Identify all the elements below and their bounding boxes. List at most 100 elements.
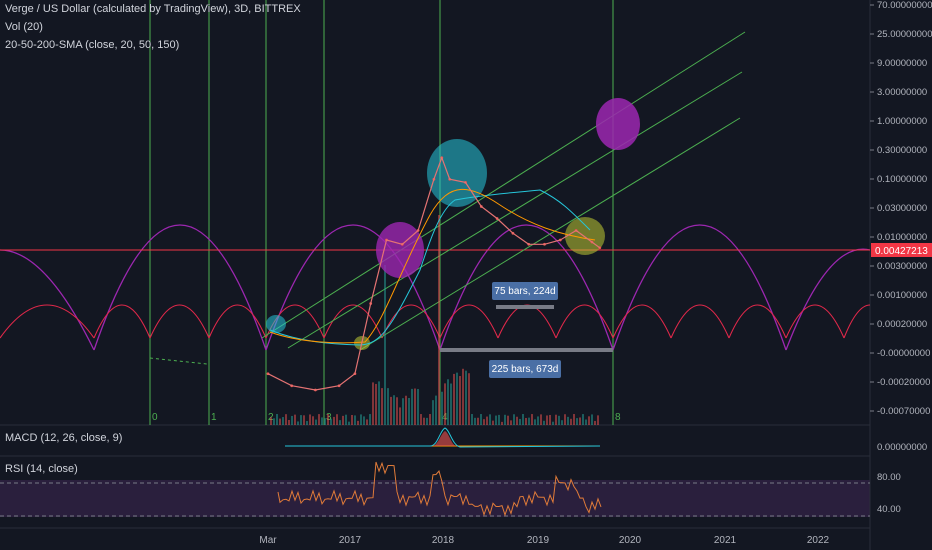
time-axis-tick: 2020	[619, 535, 642, 546]
price-axis-tick: 0.03000000	[877, 203, 927, 214]
volume-bar	[570, 418, 572, 425]
price-axis-tick: 0.01000000	[877, 232, 927, 243]
volume-bar	[561, 420, 563, 425]
price-axis-tick: 0.30000000	[877, 145, 927, 156]
volume-bar	[543, 420, 545, 425]
volume-bar	[465, 370, 467, 425]
volume-bar	[540, 414, 542, 425]
volume-bar	[594, 420, 596, 425]
volume-bar	[537, 416, 539, 425]
volume-bar	[297, 421, 299, 425]
price-axis-tick: 0.00300000	[877, 261, 927, 272]
highlight-ellipse-olive	[565, 217, 605, 255]
volume-bar	[339, 420, 341, 425]
volume-bar	[348, 421, 350, 425]
volume-bar	[501, 421, 503, 425]
volume-bar	[318, 414, 320, 425]
volume-bar	[462, 368, 464, 425]
volume-bar	[357, 420, 359, 425]
volume-bar	[429, 414, 431, 425]
volume-bar	[522, 414, 524, 425]
volume-bar	[498, 414, 500, 425]
price-axis-tick: 9.00000000	[877, 58, 927, 69]
volume-bar	[438, 215, 440, 425]
macd-axis-tick: 0.00000000	[877, 442, 927, 453]
volume-bar	[309, 414, 311, 425]
measure-bar-224d	[496, 305, 554, 309]
volume-bar	[321, 417, 323, 425]
price-axis-tick: -0.00020000	[877, 377, 930, 388]
volume-bar	[294, 414, 296, 425]
volume-bar	[330, 418, 332, 425]
volume-bar	[486, 416, 488, 425]
volume-bar	[504, 414, 506, 425]
volume-bar	[516, 416, 518, 425]
volume-bar	[573, 414, 575, 425]
price-axis-tick: 0.00020000	[877, 319, 927, 330]
volume-bar	[282, 417, 284, 425]
time-axis-tick: 2017	[339, 535, 362, 546]
time-axis-tick: 2019	[527, 535, 550, 546]
volume-bar	[480, 414, 482, 425]
volume-bar	[375, 383, 377, 425]
volume-bar	[285, 414, 287, 425]
volume-bar	[495, 415, 497, 425]
volume-bar	[588, 416, 590, 425]
volume-bar	[564, 414, 566, 425]
volume-bar	[444, 383, 446, 425]
volume-bar	[387, 388, 389, 425]
cycle-marker-0: 0	[152, 412, 158, 423]
volume-bar	[369, 414, 371, 425]
volume-bar	[423, 417, 425, 425]
volume-bar	[426, 417, 428, 425]
time-axis-tick: Mar	[259, 535, 277, 546]
volume-bar	[534, 419, 536, 425]
volume-bar	[582, 414, 584, 425]
volume-bar	[585, 419, 587, 425]
volume-bar	[312, 416, 314, 425]
volume-bar	[567, 416, 569, 425]
volume-bar	[306, 421, 308, 425]
price-axis-tick: 0.00100000	[877, 290, 927, 301]
volume-bar	[477, 417, 479, 425]
volume-legend: Vol (20)	[5, 21, 43, 33]
volume-bar	[363, 416, 365, 425]
chart-canvas[interactable]: 0 1 2 3 4 8 75 bars, 224d 225 bars, 673d	[0, 0, 932, 550]
price-axis-tick: 1.00000000	[877, 116, 927, 127]
volume-bar	[459, 376, 461, 425]
price-axis-tick: 70.00000000	[877, 0, 932, 11]
volume-bar	[390, 396, 392, 425]
volume-bar	[291, 415, 293, 425]
volume-bar	[300, 415, 302, 425]
volume-bar	[276, 414, 278, 425]
volume-bar	[384, 265, 386, 425]
volume-bar	[519, 418, 521, 425]
volume-bar	[381, 388, 383, 425]
price-axis: 70.00000000 25.00000000 9.00000000 3.000000…	[870, 0, 932, 417]
volume-bar	[405, 395, 407, 425]
measure-bar-673d	[440, 348, 613, 352]
volume-bar	[489, 414, 491, 425]
volume-bar	[414, 388, 416, 425]
volume-bar	[576, 418, 578, 425]
volume-bar	[408, 397, 410, 425]
volume-bar	[336, 414, 338, 425]
volume-bar	[279, 418, 281, 425]
cycle-marker-8: 8	[615, 412, 621, 423]
volume-bar	[558, 415, 560, 425]
volume-bar	[378, 381, 380, 425]
volume-bar	[456, 372, 458, 425]
highlight-ellipse-projection	[596, 98, 640, 150]
highlight-ellipse-teal-small	[266, 315, 286, 333]
volume-bar	[351, 415, 353, 425]
price-axis-tick: 3.00000000	[877, 87, 927, 98]
volume-bar	[420, 414, 422, 425]
volume-bar	[453, 373, 455, 425]
volume-bar	[399, 407, 401, 425]
volume-bar	[597, 415, 599, 425]
volume-bar	[372, 382, 374, 425]
volume-bar	[327, 414, 329, 425]
price-axis-tick: 0.10000000	[877, 174, 927, 185]
volume-bar	[528, 417, 530, 425]
volume-bar	[342, 415, 344, 425]
